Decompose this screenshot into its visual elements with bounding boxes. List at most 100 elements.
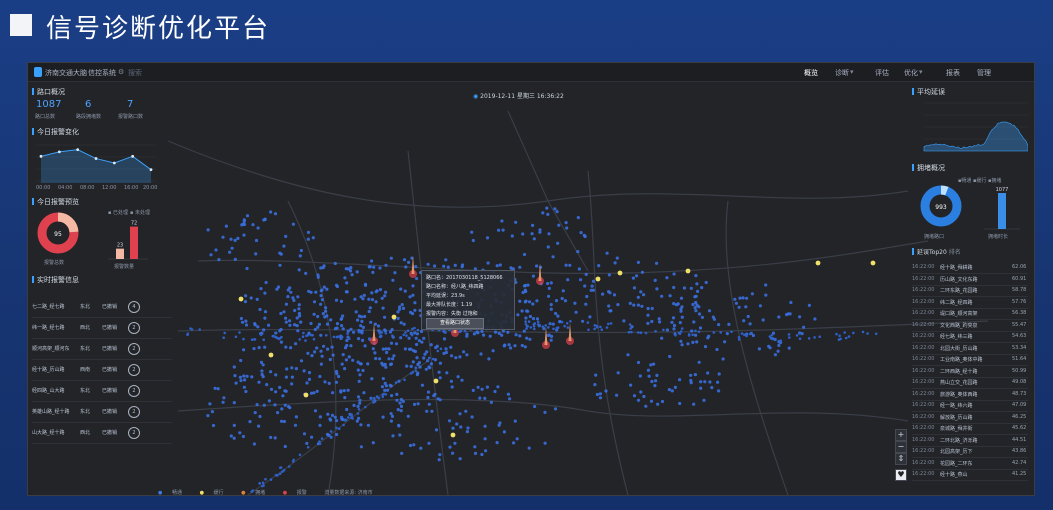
alarm-change-chart <box>36 139 156 189</box>
traffic-node <box>378 266 381 269</box>
traffic-node <box>472 389 475 392</box>
alarm-count-badge[interactable]: 2 <box>128 427 140 439</box>
traffic-node <box>523 253 526 256</box>
traffic-node <box>335 299 338 302</box>
nav-optimize[interactable]: 优化 <box>904 68 918 78</box>
traffic-node <box>390 362 393 365</box>
alarm-count-badge[interactable]: 2 <box>128 385 140 397</box>
traffic-node <box>340 300 343 303</box>
subsystem-menu[interactable]: 信控系统 <box>88 68 116 78</box>
traffic-node <box>306 352 309 355</box>
ranking-row[interactable]: 16:22:00 经十路_燕山 41.25 <box>912 468 1028 481</box>
traffic-node <box>272 335 275 338</box>
alarm-bar-label: 72 <box>131 221 137 227</box>
traffic-node <box>252 347 255 350</box>
traffic-node <box>567 326 570 329</box>
traffic-node <box>541 211 544 214</box>
congestion-bar <box>998 193 1006 229</box>
ranking-value: 50.99 <box>1012 368 1026 374</box>
nav-manage[interactable]: 管理 <box>977 68 991 78</box>
traffic-node <box>875 333 878 336</box>
traffic-node <box>692 320 695 323</box>
traffic-node <box>370 291 373 294</box>
traffic-node <box>533 405 536 408</box>
traffic-node <box>464 410 467 413</box>
nav-overview[interactable]: 概览 <box>804 68 818 78</box>
alarm-point <box>40 155 43 158</box>
traffic-node <box>596 326 599 329</box>
alarm-count-badge[interactable]: 2 <box>128 322 140 334</box>
traffic-node <box>430 410 433 413</box>
traffic-node <box>262 482 265 485</box>
alarm-row[interactable]: 英雄山路_经十路 东北 已撤销 2 <box>32 402 172 423</box>
alarm-count-badge[interactable]: 4 <box>128 301 140 313</box>
traffic-node <box>629 302 632 305</box>
slow-node <box>434 379 439 384</box>
traffic-node <box>368 265 371 268</box>
ranking-time: 16:22:00 <box>912 437 934 443</box>
alarm-crossing-name: 七二路_经七路 <box>32 303 65 310</box>
legend-smooth: ● 畅通 <box>158 490 190 496</box>
traffic-node <box>372 441 375 444</box>
view-crossing-button[interactable]: 查看路口状态 <box>426 318 484 329</box>
traffic-node <box>256 298 259 301</box>
traffic-node <box>550 339 553 342</box>
search-input[interactable]: 搜索 <box>128 68 142 78</box>
zoom-out-button[interactable]: − <box>895 441 907 453</box>
traffic-node <box>796 334 799 337</box>
traffic-node <box>326 413 329 416</box>
layer-toggle-button[interactable]: ♥ <box>895 469 907 481</box>
traffic-node <box>629 323 632 326</box>
traffic-node <box>319 334 322 337</box>
alarm-row[interactable]: 七二路_经七路 东北 已撤销 4 <box>32 297 172 318</box>
zoom-in-button[interactable]: + <box>895 429 907 441</box>
traffic-node <box>509 266 512 269</box>
alarm-count-badge[interactable]: 2 <box>128 343 140 355</box>
traffic-node <box>565 264 568 267</box>
alarm-row[interactable]: 山大路_经十路 西北 已撤销 2 <box>32 423 172 444</box>
alarm-count-badge[interactable]: 2 <box>128 364 140 376</box>
traffic-node <box>397 317 400 320</box>
traffic-node <box>360 315 363 318</box>
alarm-status: 已撤销 <box>102 387 117 394</box>
traffic-node <box>382 377 385 380</box>
traffic-node <box>316 390 319 393</box>
traffic-node <box>385 347 388 350</box>
traffic-node <box>244 320 247 323</box>
traffic-node <box>425 410 428 413</box>
traffic-node <box>679 321 682 324</box>
traffic-node <box>591 285 594 288</box>
alarm-row[interactable]: 顺河高架_顺河东 东北 已撤销 2 <box>32 339 172 360</box>
traffic-node <box>425 368 428 371</box>
traffic-node <box>261 373 264 376</box>
alarm-change-x3: 12:00 <box>102 185 116 191</box>
traffic-node <box>274 436 277 439</box>
alarm-status: 已撤销 <box>102 366 117 373</box>
alarm-row[interactable]: 经十路_历山路 西南 已撤销 2 <box>32 360 172 381</box>
alarm-row[interactable]: 纬一路_经七路 西北 已撤销 2 <box>32 318 172 339</box>
nav-diagnose[interactable]: 诊断 <box>835 68 849 78</box>
ranking-time: 16:22:00 <box>912 345 934 351</box>
traffic-node <box>318 323 321 326</box>
traffic-node <box>671 389 674 392</box>
traffic-node <box>694 306 697 309</box>
traffic-node <box>242 348 245 351</box>
traffic-node <box>284 404 287 407</box>
popup-line-delay: 平均延误：23.9s <box>426 292 465 299</box>
legend-slow: ● 缓行 <box>200 490 232 496</box>
nav-evaluate[interactable]: 评估 <box>875 68 889 78</box>
city-map[interactable]: ◉ 2019-12-11 星期三 16:36:22 路口概况 1087 路口总数… <box>28 81 1034 495</box>
traffic-node <box>660 337 663 340</box>
traffic-node <box>592 280 595 283</box>
alarm-row[interactable]: 经四路_山大路 东北 已撤销 2 <box>32 381 172 402</box>
traffic-node <box>493 390 496 393</box>
traffic-node <box>239 359 242 362</box>
alarm-count-badge[interactable]: 2 <box>128 406 140 418</box>
compass-icon[interactable]: ⇕ <box>895 453 907 465</box>
nav-report[interactable]: 报表 <box>946 68 960 78</box>
traffic-node <box>274 390 277 393</box>
traffic-node <box>347 416 350 419</box>
search-icon[interactable]: ⚙ <box>118 68 124 76</box>
alarm-donut-chart: 95 <box>36 211 81 256</box>
traffic-node <box>239 379 242 382</box>
